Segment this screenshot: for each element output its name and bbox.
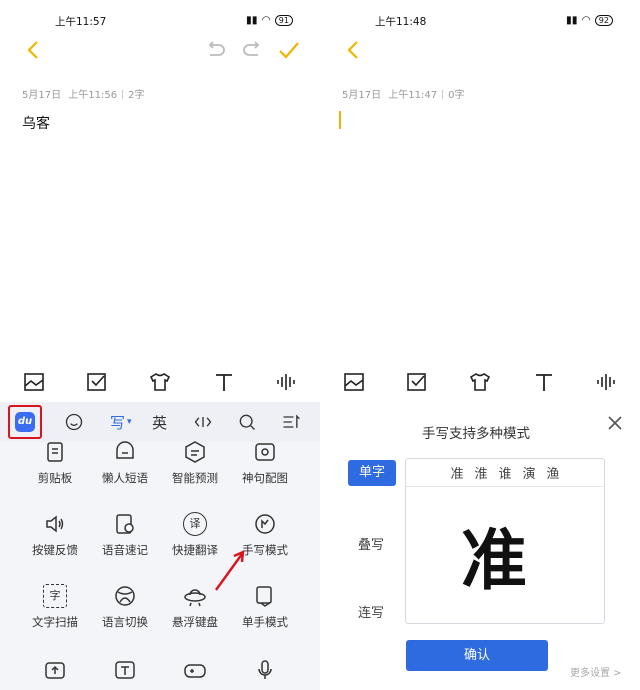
signal-icon: ▮▮ (246, 14, 258, 26)
format-toolbar (320, 368, 640, 396)
upload-icon[interactable] (43, 658, 67, 682)
sort-menu-icon[interactable] (280, 412, 302, 432)
globe-icon (115, 586, 135, 606)
note-time: 上午11:56 (68, 90, 118, 101)
left-screen: 上午11:57 ▮▮ ◠ 91 5月17日 上午11:56 2字 乌客 du 写 … (0, 0, 320, 690)
note-date: 5月17日 (342, 90, 382, 101)
status-bar: 上午11:57 ▮▮ ◠ 91 (0, 12, 320, 30)
red-pointer-arrow (215, 550, 245, 591)
wifi-icon: ◠ (581, 14, 591, 26)
status-icons: ▮▮ ◠ 91 (246, 14, 293, 26)
status-time: 上午11:57 (55, 16, 107, 28)
tool-key-feedback[interactable]: 按键反馈 (20, 512, 90, 558)
more-settings-link[interactable]: 更多设置 > (570, 664, 622, 679)
lazy-phrase-icon (116, 441, 134, 459)
tool-voice-memo[interactable]: 语音速记 (90, 512, 160, 558)
tool-smart-predict[interactable]: 智能预测 (160, 440, 230, 486)
tab-english[interactable]: 英 (152, 412, 167, 433)
note-char-count: 0字 (448, 90, 465, 101)
one-hand-icon (256, 586, 272, 607)
text-box-icon[interactable] (113, 658, 137, 682)
baidu-keyboard-panel: du 写 ▾ 英 剪贴板 懒人短语 智能预测 神句配图 按键反馈 语音速记 译 … (0, 402, 320, 690)
text-scan-icon: 字 (43, 584, 67, 608)
status-bar: 上午11:48 ▮▮ ◠ 92 (320, 12, 640, 30)
speaker-icon (46, 515, 64, 533)
sentence-image-icon (255, 443, 275, 461)
candidate-bar: 准 淮 谁 演 渔 (406, 459, 604, 487)
image-icon[interactable] (342, 370, 366, 394)
status-icons: ▮▮ ◠ 92 (566, 14, 613, 26)
text-format-icon[interactable] (532, 370, 556, 394)
mode-continuous[interactable]: 连写 (358, 602, 384, 621)
wifi-icon: ◠ (261, 14, 271, 26)
gamepad-icon[interactable] (183, 658, 207, 682)
text-format-icon[interactable] (212, 370, 236, 394)
confirm-button[interactable]: 确认 (406, 640, 548, 671)
checkbox-icon[interactable] (405, 370, 429, 394)
emoji-icon[interactable] (64, 412, 84, 432)
clipboard-icon (47, 442, 63, 462)
smart-predict-icon (185, 441, 205, 463)
note-body[interactable]: 乌客 (22, 113, 50, 133)
right-screen: 上午11:48 ▮▮ ◠ 92 5月17日 上午11:47 0字 手写支持多种模式… (320, 0, 640, 690)
candidate-item[interactable]: 谁 (498, 463, 511, 482)
close-icon[interactable] (606, 414, 624, 432)
battery-icon: 91 (274, 14, 293, 26)
translate-icon: 译 (183, 512, 207, 536)
tool-sentence-image[interactable]: 神句配图 (230, 440, 300, 486)
checkbox-icon[interactable] (85, 370, 109, 394)
note-date: 5月17日 (22, 90, 62, 101)
ufo-icon (184, 589, 206, 607)
note-meta: 5月17日 上午11:56 2字 (22, 86, 144, 101)
candidate-item[interactable]: 准 (450, 463, 463, 482)
tab-handwrite[interactable]: 写 (110, 412, 125, 433)
candidate-item[interactable]: 淮 (474, 463, 487, 482)
voice-wave-icon[interactable] (274, 370, 298, 394)
handwritten-stroke: 准 (461, 521, 527, 599)
microphone-icon[interactable] (253, 658, 277, 682)
note-toolbar (320, 36, 640, 66)
handwriting-canvas[interactable]: 准 淮 谁 演 渔 准 (405, 458, 605, 624)
back-arrow-icon[interactable] (22, 38, 46, 62)
tool-lazy-phrases[interactable]: 懒人短语 (90, 440, 160, 486)
tool-text-scan[interactable]: 字 文字扫描 (20, 584, 90, 630)
voice-wave-icon[interactable] (594, 370, 618, 394)
candidate-item[interactable]: 演 (523, 463, 536, 482)
note-time: 上午11:47 (388, 90, 438, 101)
theme-shirt-icon[interactable] (148, 370, 172, 394)
du-logo-icon: du (15, 412, 35, 432)
keyboard-top-bar: du 写 ▾ 英 (0, 402, 320, 442)
theme-shirt-icon[interactable] (468, 370, 492, 394)
mode-single-char[interactable]: 单字 (348, 460, 396, 486)
text-caret (339, 111, 341, 129)
redo-icon[interactable] (240, 38, 264, 62)
voice-memo-icon (116, 514, 134, 534)
confirm-check-icon[interactable] (277, 38, 301, 62)
tool-language-switch[interactable]: 语言切换 (90, 584, 160, 630)
handwrite-panel-title: 手写支持多种模式 (422, 426, 530, 442)
signal-icon: ▮▮ (566, 14, 578, 26)
note-toolbar (0, 36, 320, 66)
mode-overlap[interactable]: 叠写 (358, 534, 384, 553)
status-time: 上午11:48 (375, 16, 427, 28)
tool-clipboard[interactable]: 剪贴板 (20, 440, 90, 486)
format-toolbar (0, 368, 320, 396)
cursor-move-icon[interactable] (193, 412, 213, 432)
undo-icon[interactable] (204, 38, 228, 62)
back-arrow-icon[interactable] (342, 38, 366, 62)
chevron-down-icon: ▾ (127, 417, 132, 427)
battery-icon: 92 (594, 14, 613, 26)
note-meta: 5月17日 上午11:47 0字 (342, 86, 464, 101)
du-logo-highlight[interactable]: du (8, 405, 42, 439)
handwrite-mode-icon (255, 514, 275, 534)
image-icon[interactable] (22, 370, 46, 394)
note-char-count: 2字 (128, 90, 145, 101)
search-icon[interactable] (237, 412, 257, 432)
candidate-item[interactable]: 渔 (547, 463, 560, 482)
